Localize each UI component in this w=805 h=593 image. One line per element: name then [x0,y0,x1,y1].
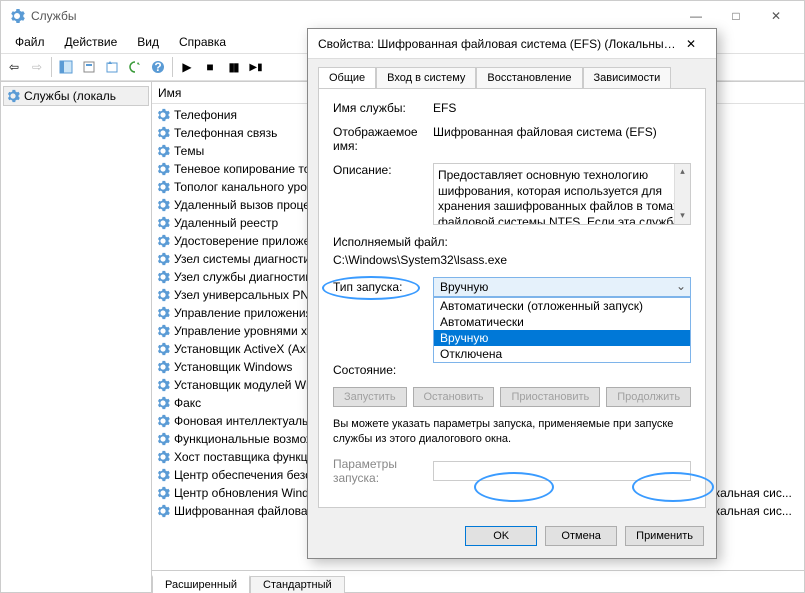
maximize-button[interactable]: □ [716,2,756,30]
startup-option-auto[interactable]: Автоматически [434,314,690,330]
minimize-button[interactable]: — [676,2,716,30]
gear-icon [156,162,170,176]
gear-icon [156,432,170,446]
menu-view[interactable]: Вид [127,33,169,51]
gear-icon [156,504,170,518]
stop-service-button[interactable]: ■ [199,56,221,78]
label-exe: Исполняемый файл: [333,235,448,249]
value-display-name: Шифрованная файловая система (EFS) [433,125,691,139]
description-text: Предоставляет основную технологию шифров… [438,168,680,225]
startup-option-delayed[interactable]: Автоматически (отложенный запуск) [434,298,690,314]
window-title: Службы [31,9,676,23]
resume-button: Продолжить [606,387,691,407]
description-box[interactable]: Предоставляет основную технологию шифров… [433,163,691,225]
gear-icon [156,198,170,212]
label-state: Состояние: [333,363,433,377]
menu-help[interactable]: Справка [169,33,236,51]
startup-type-value: Вручную [440,280,488,294]
properties-dialog: Свойства: Шифрованная файловая система (… [307,28,717,559]
gear-icon [156,378,170,392]
label-display-name: Отображаемое имя: [333,125,433,153]
close-button[interactable]: ✕ [756,2,796,30]
dialog-titlebar[interactable]: Свойства: Шифрованная файловая система (… [308,29,716,59]
start-button: Запустить [333,387,407,407]
start-service-button[interactable]: ▶ [176,56,198,78]
gear-icon [156,288,170,302]
tab-logon[interactable]: Вход в систему [376,67,476,88]
back-button[interactable]: ⇦ [3,56,25,78]
gear-icon [156,396,170,410]
gear-icon [156,450,170,464]
gear-icon [156,360,170,374]
tree-root-node[interactable]: Службы (локаль [3,86,149,106]
scroll-down-icon[interactable]: ▾ [675,208,690,224]
gear-icon [156,144,170,158]
startup-type-select[interactable]: Вручную [433,277,691,297]
gear-icon [156,270,170,284]
export-button[interactable] [101,56,123,78]
dialog-tabs: Общие Вход в систему Восстановление Зави… [308,59,716,88]
gear-icon [156,252,170,266]
label-service-name: Имя службы: [333,101,433,115]
menu-action[interactable]: Действие [55,33,128,51]
label-description: Описание: [333,163,433,177]
restart-service-button[interactable]: ▶▮ [245,56,267,78]
help-button[interactable]: ? [147,56,169,78]
gear-icon [156,486,170,500]
properties-button[interactable] [78,56,100,78]
gear-icon [156,216,170,230]
gear-icon [156,342,170,356]
tree-panel: Службы (локаль [1,82,152,592]
stop-button: Остановить [413,387,495,407]
apply-button[interactable]: Применить [625,526,704,546]
tab-extended[interactable]: Расширенный [152,575,250,593]
startup-option-manual[interactable]: Вручную [434,330,690,346]
tab-standard[interactable]: Стандартный [250,576,345,593]
pause-service-button[interactable]: ▮▮ [222,56,244,78]
tab-recovery[interactable]: Восстановление [476,67,582,88]
services-icon [6,89,20,103]
startup-option-disabled[interactable]: Отключена [434,346,690,362]
gear-icon [156,306,170,320]
main-titlebar: Службы — □ ✕ [1,1,804,31]
scroll-up-icon[interactable]: ▴ [675,164,690,180]
gear-icon [156,126,170,140]
tab-dependencies[interactable]: Зависимости [583,67,672,88]
ok-button[interactable]: OK [465,526,537,546]
description-scrollbar[interactable]: ▴ ▾ [674,164,690,224]
gear-icon [156,324,170,338]
svg-text:?: ? [154,60,161,74]
dialog-title: Свойства: Шифрованная файловая система (… [318,37,676,51]
tab-general[interactable]: Общие [318,67,376,88]
show-hide-tree-button[interactable] [55,56,77,78]
start-params-input [433,461,691,481]
gear-icon [156,180,170,194]
pause-button: Приостановить [500,387,600,407]
forward-button[interactable]: ⇨ [26,56,48,78]
bottom-tabs: Расширенный Стандартный [152,570,804,592]
cancel-button[interactable]: Отмена [545,526,617,546]
gear-icon [156,108,170,122]
value-exe: C:\Windows\System32\lsass.exe [333,253,507,267]
menu-file[interactable]: Файл [5,33,55,51]
gear-icon [156,414,170,428]
params-note: Вы можете указать параметры запуска, при… [333,417,691,447]
value-service-name: EFS [433,101,691,115]
startup-type-dropdown: Автоматически (отложенный запуск) Автома… [433,297,691,363]
label-startup-type: Тип запуска: [333,280,433,294]
gear-icon [156,234,170,248]
tree-root-label: Службы (локаль [24,89,116,103]
gear-icon [156,468,170,482]
dialog-close-button[interactable]: ✕ [676,37,706,51]
refresh-button[interactable] [124,56,146,78]
services-icon [9,8,25,24]
label-params: Параметры запуска: [333,457,433,485]
